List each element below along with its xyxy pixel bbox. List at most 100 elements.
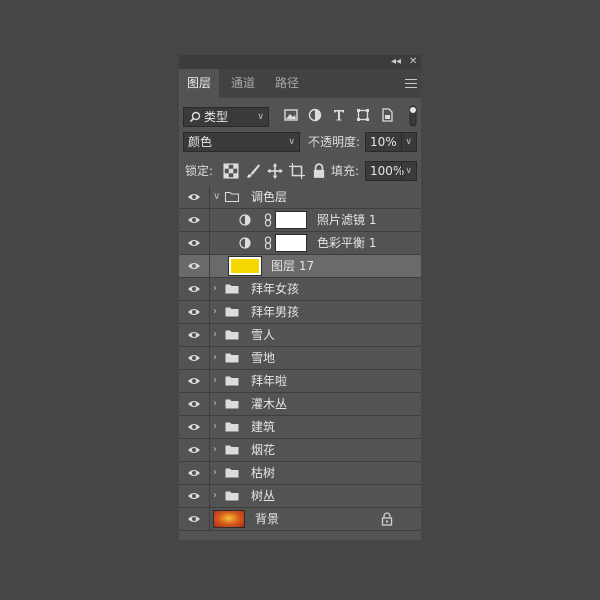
layer-name: 拜年啦 (251, 374, 288, 388)
chevron-right-icon[interactable]: › (213, 370, 217, 392)
chevron-right-icon[interactable]: › (213, 347, 217, 369)
smart-object-filter-icon[interactable] (379, 107, 395, 123)
chevron-down-icon[interactable]: ∨ (401, 133, 412, 151)
chevron-right-icon[interactable]: › (213, 324, 217, 346)
chevron-right-icon[interactable]: › (213, 462, 217, 484)
visibility-toggle[interactable] (179, 209, 210, 231)
layer-row[interactable]: › 拜年啦 (179, 370, 421, 393)
layer-kind-label: 类型 (204, 110, 229, 124)
visibility-toggle[interactable] (179, 255, 210, 277)
visibility-toggle[interactable] (179, 508, 210, 530)
visibility-toggle[interactable] (179, 416, 210, 438)
folder-icon (225, 399, 239, 409)
fill-input[interactable]: 100% ∨ (365, 161, 417, 181)
chevron-right-icon[interactable]: › (213, 301, 217, 323)
visibility-toggle[interactable] (179, 232, 210, 254)
folder-icon (225, 353, 239, 363)
adjustment-layer-icon (239, 214, 251, 226)
eye-icon (188, 194, 200, 200)
layer-name: 调色层 (251, 190, 288, 204)
filter-toggle-switch[interactable] (409, 105, 417, 127)
opacity-input[interactable]: 10% ∨ (365, 132, 417, 152)
folder-icon (225, 330, 239, 340)
layer-mask-thumbnail[interactable] (275, 211, 307, 229)
visibility-toggle[interactable] (179, 347, 210, 369)
fill-label: 填充: (331, 164, 360, 178)
background-thumbnail[interactable] (213, 510, 245, 528)
chevron-right-icon[interactable]: › (213, 439, 217, 461)
layer-name: 灌木丛 (251, 397, 288, 411)
panel-menu-icon[interactable] (405, 76, 417, 90)
visibility-toggle[interactable] (179, 278, 210, 300)
layer-row[interactable]: › 雪人 (179, 324, 421, 347)
layer-row[interactable]: 背景 (179, 508, 421, 531)
layer-row[interactable]: › 拜年男孩 (179, 301, 421, 324)
eye-icon (188, 263, 200, 269)
folder-icon (225, 376, 239, 386)
tab-paths[interactable]: 路径 (267, 69, 307, 98)
collapse-icon[interactable]: ◂◂ (391, 55, 401, 69)
lock-all-icon[interactable] (311, 163, 327, 179)
chevron-down-icon[interactable]: ∨ (401, 162, 412, 180)
chevron-right-icon[interactable]: › (213, 278, 217, 300)
chevron-down-icon: ∨ (257, 112, 264, 122)
visibility-toggle[interactable] (179, 301, 210, 323)
folder-icon (225, 192, 239, 202)
layer-thumbnail[interactable] (228, 256, 262, 276)
visibility-toggle[interactable] (179, 186, 210, 208)
adjustment-filter-icon[interactable] (307, 107, 323, 123)
chain-link-icon[interactable] (264, 236, 272, 250)
chain-link-icon[interactable] (264, 213, 272, 227)
visibility-toggle[interactable] (179, 324, 210, 346)
layer-row[interactable]: › 雪地 (179, 347, 421, 370)
lock-image-pixels-icon[interactable] (245, 163, 261, 179)
visibility-toggle[interactable] (179, 370, 210, 392)
folder-icon (225, 307, 239, 317)
layer-row-selected[interactable]: 图层 17 (179, 255, 421, 278)
layer-name: 图层 17 (271, 259, 315, 273)
opacity-value: 10% (370, 135, 397, 149)
layer-row[interactable]: › 灌木丛 (179, 393, 421, 416)
adjustment-layer-icon (239, 237, 251, 249)
close-icon[interactable]: ✕ (409, 55, 417, 69)
tab-channels[interactable]: 通道 (223, 69, 263, 98)
layer-row[interactable]: › 树丛 (179, 485, 421, 508)
layer-name: 照片滤镜 1 (317, 213, 377, 227)
folder-icon (225, 468, 239, 478)
type-filter-icon[interactable] (331, 107, 347, 123)
chevron-right-icon[interactable]: › (213, 416, 217, 438)
blend-mode-select[interactable]: 颜色 ∨ (183, 132, 300, 152)
layer-row[interactable]: › 建筑 (179, 416, 421, 439)
lock-artboard-icon[interactable] (289, 163, 305, 179)
visibility-toggle[interactable] (179, 439, 210, 461)
lock-icon (381, 512, 393, 526)
layer-row[interactable]: 照片滤镜 1 (179, 209, 421, 232)
chevron-down-icon[interactable]: ∨ (213, 186, 220, 208)
layer-row[interactable]: ∨ 调色层 (179, 186, 421, 209)
visibility-toggle[interactable] (179, 393, 210, 415)
visibility-toggle[interactable] (179, 462, 210, 484)
layer-row[interactable]: › 烟花 (179, 439, 421, 462)
eye-icon (188, 240, 200, 246)
blend-mode-value: 颜色 (188, 135, 213, 149)
tab-layers[interactable]: 图层 (179, 69, 220, 98)
layer-list: ∨ 调色层 照片滤镜 1 色彩平衡 1 图层 17 › 拜年女孩 › 拜年男孩 … (179, 186, 421, 531)
search-icon (189, 111, 201, 123)
lock-transparent-pixels-icon[interactable] (223, 163, 239, 179)
shape-filter-icon[interactable] (355, 107, 371, 123)
eye-icon (188, 217, 200, 223)
layer-mask-thumbnail[interactable] (275, 234, 307, 252)
lock-position-icon[interactable] (267, 163, 283, 179)
chevron-right-icon[interactable]: › (213, 485, 217, 507)
layer-row[interactable]: › 拜年女孩 (179, 278, 421, 301)
chevron-right-icon[interactable]: › (213, 393, 217, 415)
visibility-toggle[interactable] (179, 485, 210, 507)
eye-icon (188, 447, 200, 453)
layer-name: 拜年女孩 (251, 282, 300, 296)
layer-kind-filter[interactable]: 类型 ∨ (183, 107, 269, 127)
layer-row[interactable]: 色彩平衡 1 (179, 232, 421, 255)
layer-name: 树丛 (251, 489, 276, 503)
layer-row[interactable]: › 枯树 (179, 462, 421, 485)
image-filter-icon[interactable] (283, 107, 299, 123)
blend-row: 颜色 ∨ 不透明度: 10% ∨ (183, 132, 417, 154)
